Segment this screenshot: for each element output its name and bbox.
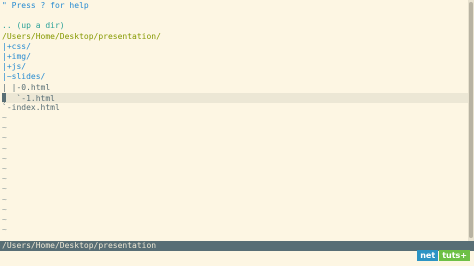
logo-net: net [417, 250, 439, 261]
empty-line-tilde: ~ [2, 194, 7, 204]
help-hint: " Press ? for help [2, 1, 89, 10]
nerdtree-pane[interactable]: " Press ? for help .. (up a dir) /Users/… [2, 1, 474, 241]
empty-line-tilde: ~ [2, 225, 7, 235]
empty-line-tilde: ~ [2, 133, 7, 143]
status-path: /Users/Home/Desktop/presentation [2, 241, 157, 250]
empty-line-tilde: ~ [2, 214, 7, 224]
tree-item-slides[interactable]: |~slides/ [2, 72, 468, 82]
empty-line-tilde: ~ [2, 153, 7, 163]
empty-line-tilde: ~ [2, 123, 7, 133]
command-line[interactable] [0, 251, 474, 266]
tree-item-0-html[interactable]: | |-0.html [2, 83, 468, 93]
vertical-scrollbar[interactable] [468, 0, 474, 242]
nettuts-logo: net tuts+ [417, 250, 470, 261]
tree-item-img[interactable]: |+img/ [2, 52, 468, 62]
status-line: /Users/Home/Desktop/presentation [0, 241, 474, 251]
logo-tuts: tuts+ [439, 250, 470, 261]
empty-line-tilde: ~ [2, 113, 7, 123]
up-dir-link[interactable]: .. (up a dir) [2, 21, 468, 31]
empty-line-tilde: ~ [2, 164, 7, 173]
tree-item-index-html[interactable]: `-index.html [2, 103, 468, 113]
tree-item-1-html[interactable]: | `-1.html [2, 92, 474, 103]
tree-item-js[interactable]: |+js/ [2, 62, 468, 72]
root-path[interactable]: /Users/Home/Desktop/presentation/ [2, 32, 468, 42]
empty-line-tilde: ~ [2, 143, 7, 153]
empty-line-tilde: ~ [2, 184, 7, 194]
tree-item-css[interactable]: |+css/ [2, 42, 468, 52]
empty-line-tilde: ~ [2, 204, 7, 214]
empty-line-tilde: ~ [2, 174, 7, 184]
scrollbar-thumb[interactable] [469, 2, 473, 238]
